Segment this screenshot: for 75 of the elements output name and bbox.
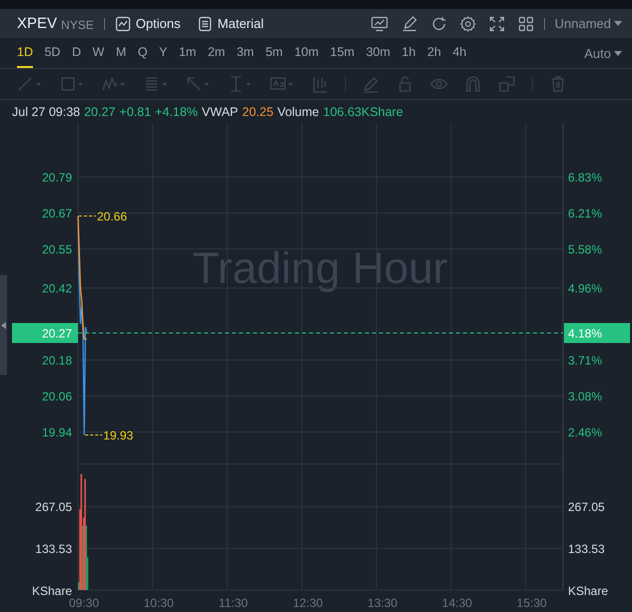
layout-dropdown[interactable]: Unnamed <box>554 16 622 31</box>
current-price-tag: 20.27 <box>12 323 78 343</box>
volume-tick-label: 133.53 <box>568 542 605 556</box>
timeframe-tab[interactable]: D <box>72 38 81 68</box>
grid-layout-icon[interactable] <box>518 16 534 32</box>
price-tick-label: 20.55 <box>42 242 72 256</box>
quote-text: 20.25 <box>242 104 274 118</box>
price-tick-label: 20.67 <box>42 206 72 220</box>
timeframe-tab[interactable]: 30m <box>366 38 390 68</box>
options-button[interactable]: Options <box>114 16 181 32</box>
percent-tick-label: 6.83% <box>568 170 602 184</box>
timeframe-tab[interactable]: Q <box>138 38 148 68</box>
volume-tick-label: 267.05 <box>568 500 605 514</box>
fullscreen-icon[interactable] <box>488 16 505 32</box>
time-tick-label: 10:30 <box>144 596 174 610</box>
settings-icon[interactable] <box>460 16 476 32</box>
timeframe-tab[interactable]: W <box>92 38 104 68</box>
edit-icon[interactable] <box>400 16 418 32</box>
chart-icon <box>114 16 131 32</box>
chart-monitor-icon[interactable] <box>370 16 388 32</box>
material-button[interactable]: Material <box>196 16 264 32</box>
low-price-label: 19.93 <box>103 428 134 442</box>
time-tick-label: 11:30 <box>218 596 248 610</box>
timeframe-tab[interactable]: 1h <box>402 38 416 68</box>
price-tick-label: 19.94 <box>42 426 72 440</box>
scale-dropdown[interactable]: Auto <box>584 46 622 60</box>
price-tick-label: 20.79 <box>42 170 72 184</box>
timeframe-tab[interactable]: 1D <box>17 38 33 68</box>
price-tick-label: 20.18 <box>42 354 72 368</box>
unit-label: KShare <box>32 584 72 598</box>
leader-line <box>84 434 103 436</box>
caret-icon <box>614 50 622 56</box>
percent-tick-label: 4.96% <box>568 282 602 296</box>
timeframe-tab[interactable]: 5D <box>44 38 60 68</box>
caret-icon <box>1 322 6 328</box>
percent-tick-label: 3.08% <box>568 390 602 404</box>
refresh-icon[interactable] <box>430 16 447 32</box>
timeframe-tab[interactable]: 2m <box>208 38 226 68</box>
quote-text: +0.81 <box>119 104 152 118</box>
percent-tick-label: 6.21% <box>568 206 602 220</box>
timeframe-tab[interactable]: 3m <box>236 38 254 68</box>
time-tick-label: 15:30 <box>516 596 547 610</box>
volume-tick-label: 267.05 <box>35 500 72 514</box>
timeframe-tab[interactable]: 2h <box>427 38 442 68</box>
percent-tick-label: 5.58% <box>568 242 602 256</box>
collapse-handle[interactable] <box>0 275 7 375</box>
timeframe-tab[interactable]: 15m <box>330 38 354 68</box>
volume-tick-label: 133.53 <box>35 542 72 556</box>
timeframe-tab[interactable]: 1m <box>178 38 196 68</box>
quote-text: +4.18% <box>155 104 198 118</box>
current-percent-tag: 4.18% <box>564 323 630 343</box>
quote-text: Jul 27 09:38 <box>12 104 80 118</box>
percent-tick-label: 2.46% <box>568 426 602 440</box>
timeframe-tab[interactable]: 5m <box>265 38 283 68</box>
price-tick-label: 20.42 <box>42 282 72 296</box>
timeframe-tab[interactable]: 4h <box>452 38 467 68</box>
time-tick-label: 13:30 <box>367 596 398 610</box>
quote-text: 20.27 <box>84 104 116 118</box>
quote-text: 106.63KShare <box>323 104 404 118</box>
time-tick-label: 09:30 <box>68 596 100 610</box>
exchange-label: NYSE <box>61 18 94 32</box>
high-price-label: 20.66 <box>97 210 128 224</box>
timeframe-tab[interactable]: Y <box>158 38 168 68</box>
time-tick-label: 12:30 <box>292 596 323 610</box>
quote-text: Volume <box>277 104 320 118</box>
caret-icon <box>614 21 622 26</box>
time-tick-label: 14:30 <box>442 596 472 610</box>
ticker-symbol: XPEV <box>17 15 58 32</box>
unit-label: KShare <box>568 584 608 598</box>
percent-tick-label: 3.71% <box>568 354 602 368</box>
document-icon <box>196 16 213 32</box>
quote-text: VWAP <box>202 104 238 118</box>
price-tick-label: 20.06 <box>42 390 72 404</box>
timeframe-tab[interactable]: 10m <box>294 38 319 68</box>
timeframe-tab[interactable]: M <box>116 38 126 68</box>
